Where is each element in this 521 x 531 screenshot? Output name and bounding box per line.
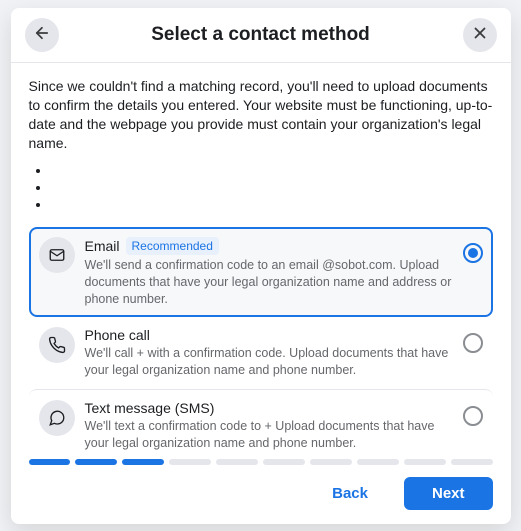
radio-indicator bbox=[463, 333, 483, 353]
bullet-list bbox=[51, 162, 493, 213]
option-title: Email bbox=[85, 238, 120, 254]
modal-title: Select a contact method bbox=[59, 24, 463, 46]
option-title: Phone call bbox=[85, 327, 150, 343]
radio-indicator bbox=[463, 406, 483, 426]
option-title: Text message (SMS) bbox=[85, 400, 215, 416]
radio-indicator bbox=[463, 243, 483, 263]
modal-header: Select a contact method bbox=[11, 8, 511, 63]
close-button[interactable] bbox=[463, 18, 497, 52]
phone-icon bbox=[39, 327, 75, 363]
recommended-badge: Recommended bbox=[126, 237, 219, 255]
back-icon-button[interactable] bbox=[25, 18, 59, 52]
list-item bbox=[51, 162, 493, 179]
option-phone[interactable]: Phone call We'll call + with a confirmat… bbox=[29, 317, 493, 389]
list-item bbox=[51, 179, 493, 196]
option-subtitle: We'll text a confirmation code to + Uplo… bbox=[85, 418, 455, 452]
modal-body: Since we couldn't find a matching record… bbox=[11, 63, 511, 455]
option-subtitle: We'll call + with a confirmation code. U… bbox=[85, 345, 455, 379]
option-body: Email Recommended We'll send a confirmat… bbox=[85, 237, 455, 308]
next-button[interactable]: Next bbox=[404, 477, 493, 510]
option-email[interactable]: Email Recommended We'll send a confirmat… bbox=[29, 227, 493, 318]
close-icon bbox=[471, 24, 489, 45]
mail-icon bbox=[39, 237, 75, 273]
list-item bbox=[51, 196, 493, 213]
option-sms[interactable]: Text message (SMS) We'll text a confirma… bbox=[29, 389, 493, 454]
options-group: Email Recommended We'll send a confirmat… bbox=[29, 227, 493, 455]
progress-bar bbox=[11, 455, 511, 465]
description-text: Since we couldn't find a matching record… bbox=[29, 77, 493, 154]
modal-footer: Back Next bbox=[11, 465, 511, 524]
chat-icon bbox=[39, 400, 75, 436]
back-button[interactable]: Back bbox=[304, 477, 396, 510]
option-subtitle: We'll send a confirmation code to an ema… bbox=[85, 257, 455, 308]
option-body: Phone call We'll call + with a confirmat… bbox=[85, 327, 455, 379]
contact-method-modal: Select a contact method Since we couldn'… bbox=[11, 8, 511, 524]
arrow-left-icon bbox=[33, 24, 51, 45]
option-body: Text message (SMS) We'll text a confirma… bbox=[85, 400, 455, 452]
